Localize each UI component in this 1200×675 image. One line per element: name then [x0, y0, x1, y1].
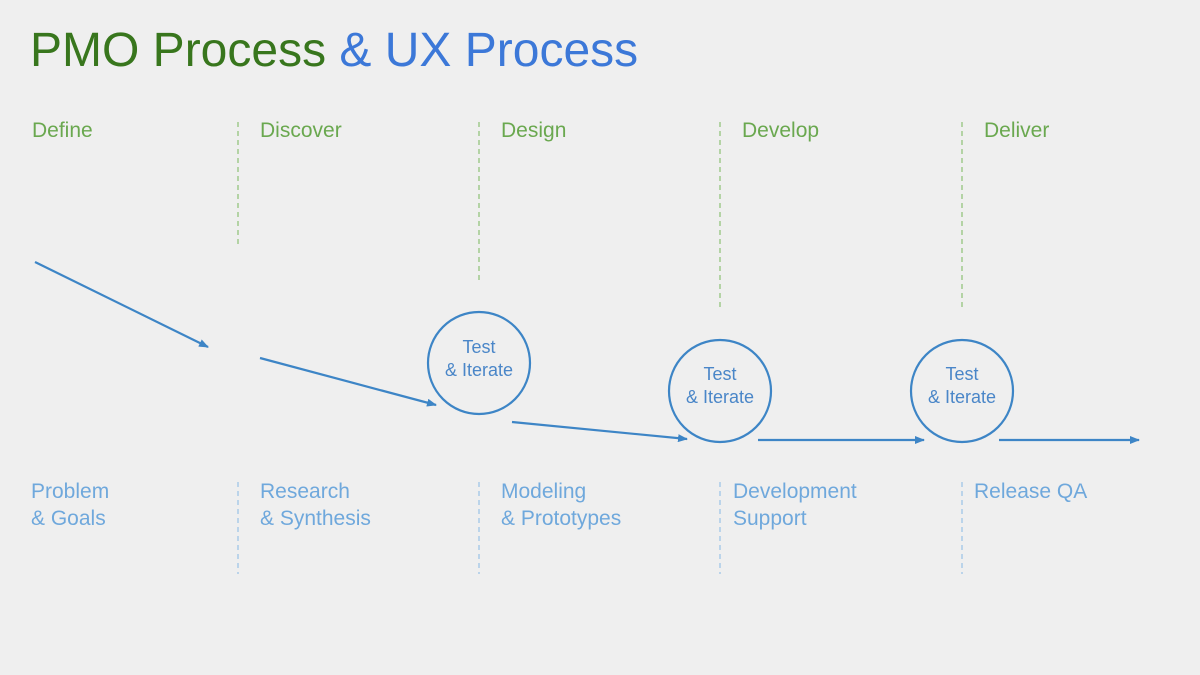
test-label: Test	[703, 364, 737, 384]
flow-arrow	[34, 261, 209, 348]
iterate-label: & Iterate	[685, 387, 755, 407]
test-iterate-label: Test & Iterate	[910, 363, 1014, 409]
flow-arrow	[259, 356, 437, 407]
test-iterate-label: Test & Iterate	[668, 363, 772, 409]
process-diagram	[34, 122, 1140, 574]
iterate-label: & Iterate	[927, 387, 997, 407]
flow-arrow	[511, 420, 688, 443]
iterate-label: & Iterate	[444, 360, 514, 380]
test-iterate-label: Test & Iterate	[427, 336, 531, 382]
test-label: Test	[462, 337, 496, 357]
test-label: Test	[945, 364, 979, 384]
